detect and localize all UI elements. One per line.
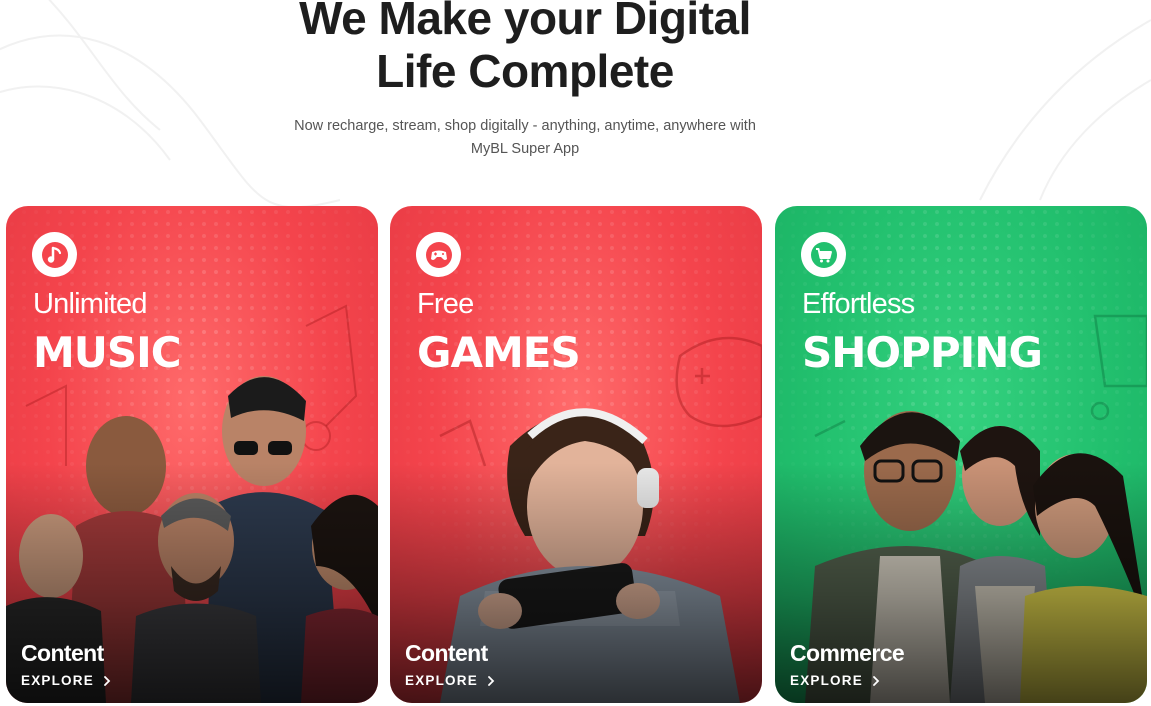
chevron-right-icon [873,675,880,686]
explore-link[interactable]: EXPLORE [21,673,112,688]
explore-link[interactable]: EXPLORE [790,673,881,688]
chevron-right-icon [488,675,495,686]
card-shade [6,463,378,703]
subtitle-line-2: MyBL Super App [470,141,580,157]
music-card[interactable]: Unlimited MUSIC Content EXPLORE [6,206,378,703]
page-subtitle: Now recharge, stream, shop digitally - a… [255,115,795,161]
card-shade [775,463,1147,703]
title-line-2: Life Complete [376,45,674,97]
card-category: Content [21,640,104,666]
page-title: We Make your Digital Life Complete [250,0,800,98]
title-line-1: We Make your Digital [299,0,751,44]
subtitle-line-1: Now recharge, stream, shop digitally - a… [294,118,756,134]
chevron-right-icon [104,675,111,686]
explore-link[interactable]: EXPLORE [405,673,496,688]
explore-label: EXPLORE [21,673,94,688]
shopping-card[interactable]: Effortless SHOPPING Commerce EXPLORE [775,206,1147,703]
card-category: Commerce [790,640,905,666]
card-shade [390,463,762,703]
explore-label: EXPLORE [405,673,478,688]
explore-label: EXPLORE [790,673,863,688]
games-card[interactable]: Free GAMES Content EXPLORE [390,206,762,703]
card-category: Content [405,640,488,666]
